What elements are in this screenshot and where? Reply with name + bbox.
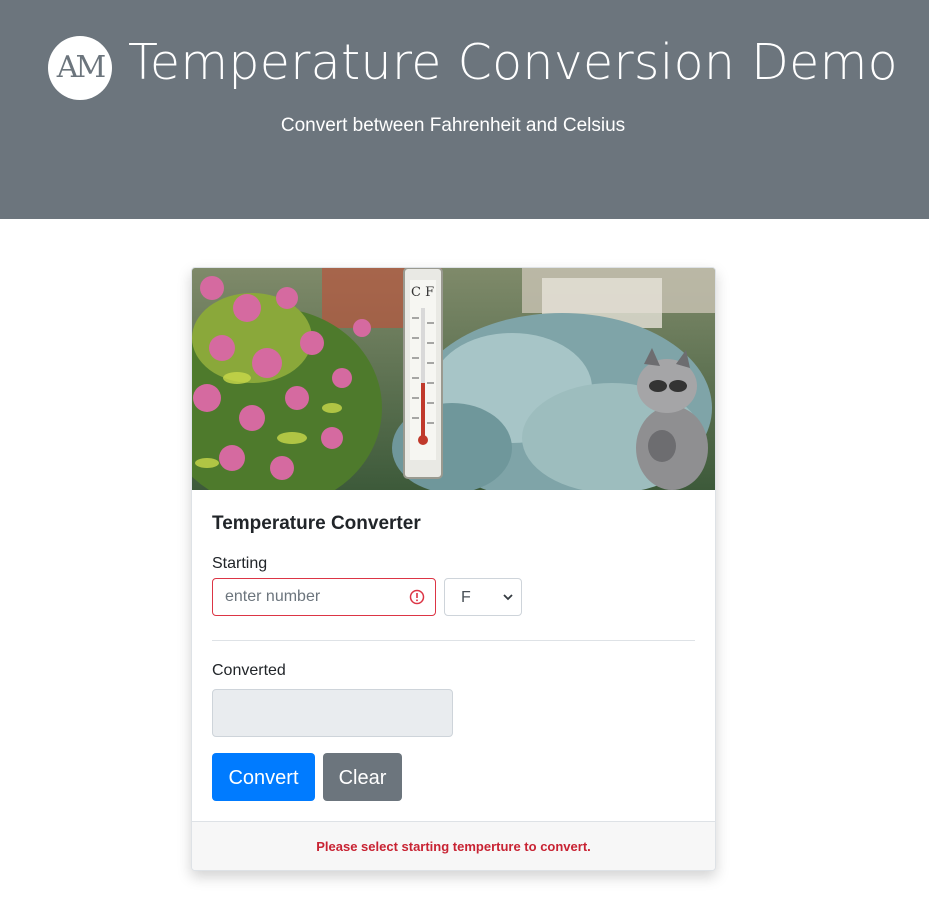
svg-text:C F: C F <box>411 285 434 300</box>
clear-button[interactable]: Clear <box>323 753 402 801</box>
converted-output <box>212 689 453 737</box>
logo-text: AM <box>56 50 106 85</box>
page-title: Temperature Conversion Demo <box>128 34 898 91</box>
page-header: AM Temperature Conversion Demo Convert b… <box>0 0 929 219</box>
divider <box>212 640 695 641</box>
logo: AM <box>48 36 112 100</box>
converted-label: Converted <box>212 662 286 679</box>
starting-label: Starting <box>212 555 268 572</box>
card-image: C F <box>192 268 715 490</box>
chevron-down-icon <box>503 594 513 601</box>
starting-input[interactable] <box>213 579 403 615</box>
card-title: Temperature Converter <box>212 513 421 534</box>
card-footer: Please select starting temperture to con… <box>192 821 715 870</box>
unit-select[interactable]: F <box>444 578 522 616</box>
validation-message: Please select starting temperture to con… <box>316 839 591 854</box>
unit-select-value: F <box>461 589 471 606</box>
convert-button[interactable]: Convert <box>212 753 315 801</box>
starting-input-wrapper <box>212 578 436 616</box>
converter-card: C F Temperature Converter Starting enter… <box>191 267 716 871</box>
page-subtitle: Convert between Fahrenheit and Celsius <box>280 115 626 136</box>
exclamation-circle-icon <box>409 589 425 605</box>
